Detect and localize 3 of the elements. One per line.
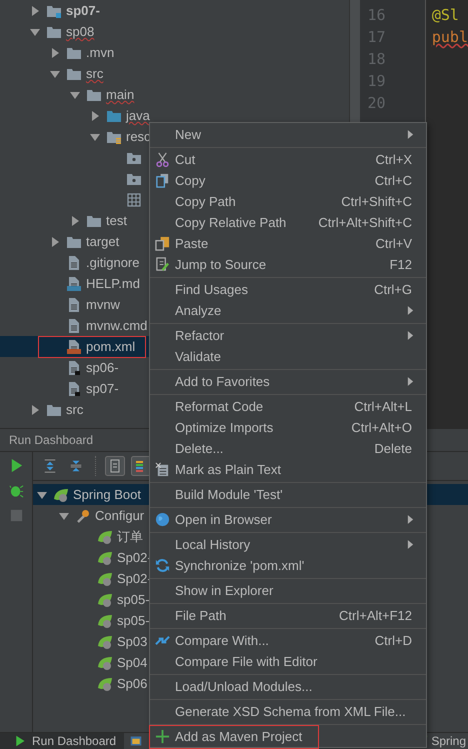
panel-title: Run Dashboard	[9, 433, 94, 447]
code-line: publ	[432, 27, 468, 48]
code-line: @Sl	[432, 5, 460, 26]
